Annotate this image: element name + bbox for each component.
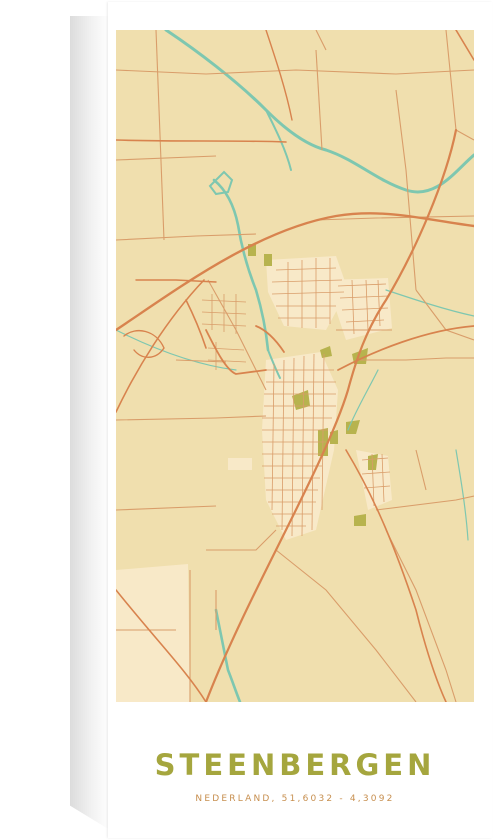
canvas-edge: [70, 16, 110, 830]
city-map: [116, 30, 474, 702]
city-title: STEENBERGEN: [154, 748, 436, 782]
coordinates-subtitle: NEDERLAND, 51,6032 - 4,3092: [195, 794, 395, 804]
